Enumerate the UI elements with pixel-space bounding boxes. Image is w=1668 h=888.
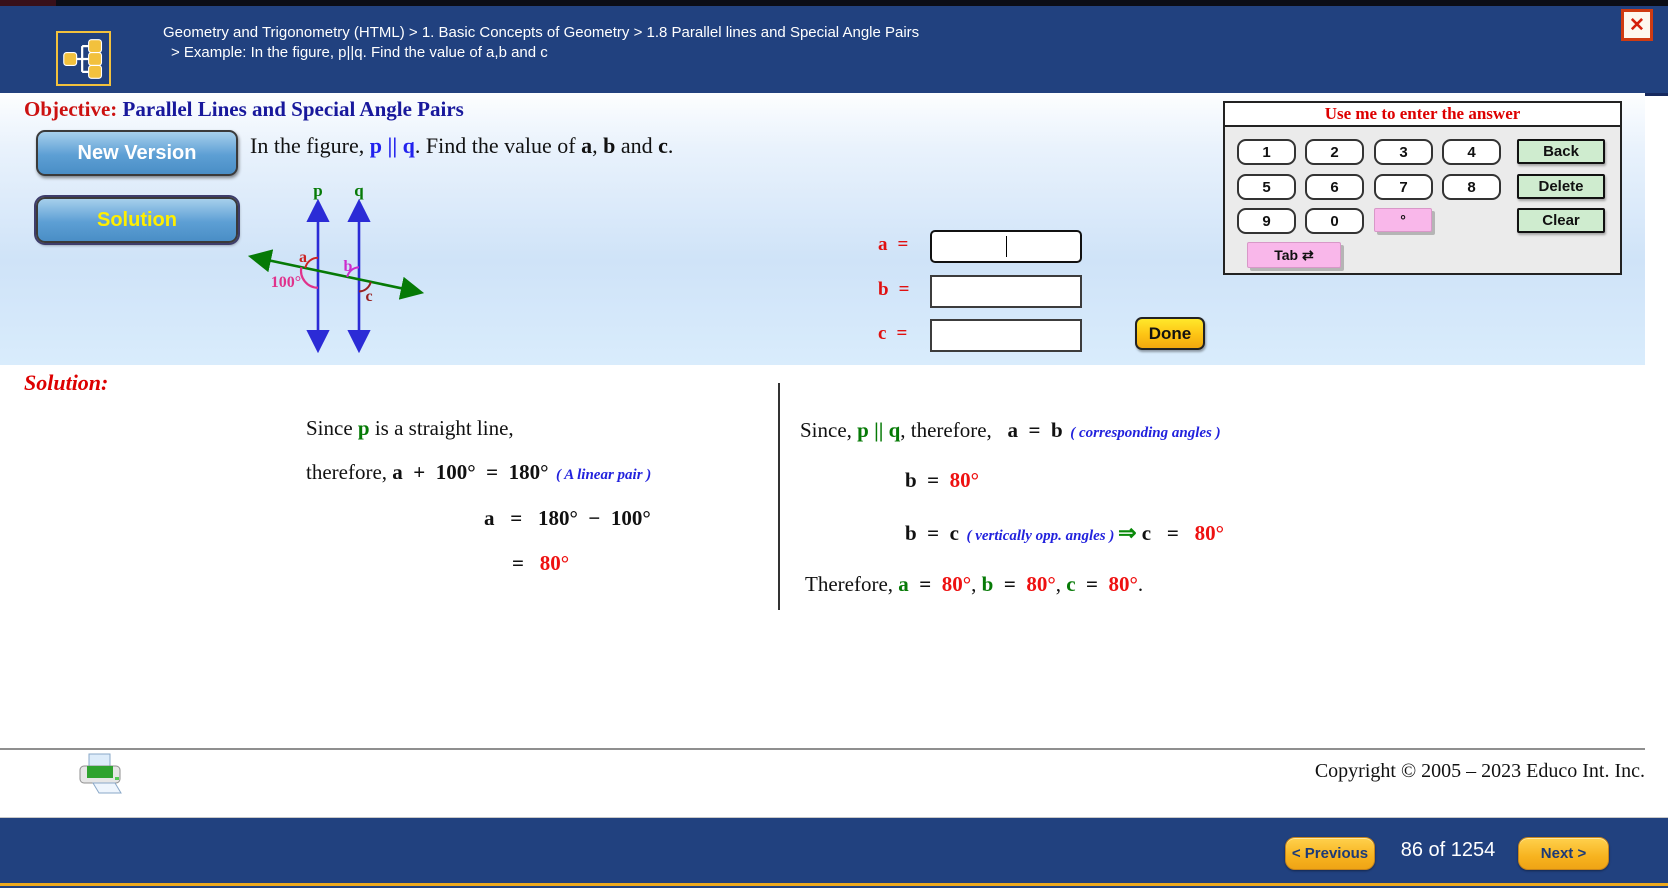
figure-label-q: q xyxy=(354,181,364,200)
footer-divider xyxy=(0,748,1645,750)
numpad-degree-key[interactable]: ° xyxy=(1374,208,1432,232)
footer-accent-line xyxy=(0,883,1668,886)
objective-label: Objective: xyxy=(24,97,123,121)
answer-c-label: c= xyxy=(878,323,907,345)
numpad-key-5[interactable]: 5 xyxy=(1237,174,1296,200)
footer-bar: < Previous 86 of 1254 Next > xyxy=(0,818,1668,888)
problem-var-b: b xyxy=(603,133,615,158)
answer-c-input[interactable] xyxy=(932,321,1084,352)
numpad-delete-button[interactable]: Delete xyxy=(1517,174,1605,199)
copyright-text: Copyright © 2005 – 2023 Educo Int. Inc. xyxy=(1315,760,1645,783)
solution-left-line-3: a = 180° − 100° xyxy=(484,506,651,531)
breadcrumb-line-2: > Example: In the figure, p||q. Find the… xyxy=(163,43,919,63)
numpad-tab-key[interactable]: Tab ⇄ xyxy=(1247,242,1341,268)
close-icon[interactable]: ✕ xyxy=(1621,9,1653,41)
solution-right-line-3: b = c ( vertically opp. angles ) ⇒ c = 8… xyxy=(905,520,1224,546)
numpad-key-1[interactable]: 1 xyxy=(1237,139,1296,165)
numpad-key-4[interactable]: 4 xyxy=(1442,139,1501,165)
numpad-panel: Use me to enter the answer 1 2 3 4 Back … xyxy=(1223,101,1622,275)
solution-right-line-2: b = 80° xyxy=(905,468,979,493)
answer-a-input[interactable] xyxy=(932,232,1084,263)
numpad-key-6[interactable]: 6 xyxy=(1305,174,1364,200)
solution-button[interactable]: Solution xyxy=(36,197,238,243)
next-button[interactable]: Next > xyxy=(1518,837,1609,870)
solution-right-line-1: Since, p || q, therefore, a = b ( corres… xyxy=(800,418,1221,443)
numpad-back-button[interactable]: Back xyxy=(1517,139,1605,164)
numpad-key-2[interactable]: 2 xyxy=(1305,139,1364,165)
solution-left-line-4: = 80° xyxy=(512,551,569,576)
done-button[interactable]: Done xyxy=(1135,317,1205,350)
objective-heading: Objective: Parallel Lines and Special An… xyxy=(24,97,464,122)
numpad-key-7[interactable]: 7 xyxy=(1374,174,1433,200)
figure-label-b: b xyxy=(344,258,353,275)
answer-b-box xyxy=(930,275,1082,308)
arc-angle-a xyxy=(305,258,318,268)
text-caret xyxy=(1006,236,1007,257)
problem-pq: p || q xyxy=(370,133,415,158)
numpad-title: Use me to enter the answer xyxy=(1225,103,1620,127)
numpad-key-9[interactable]: 9 xyxy=(1237,208,1296,234)
column-divider xyxy=(778,383,780,610)
problem-var-c: c xyxy=(658,133,668,158)
answer-b-label: b= xyxy=(878,279,909,301)
page-counter: 86 of 1254 xyxy=(1398,839,1498,862)
breadcrumb: Geometry and Trigonometry (HTML) > 1. Ba… xyxy=(163,23,919,63)
solution-right-line-4: Therefore, a = 80°, b = 80°, c = 80°. xyxy=(805,572,1143,597)
figure-label-c: c xyxy=(365,288,372,305)
answer-a-box xyxy=(930,230,1082,263)
figure-label-p: p xyxy=(313,181,322,200)
numpad-clear-button[interactable]: Clear xyxy=(1517,208,1605,233)
solution-heading: Solution: xyxy=(24,370,108,396)
print-button[interactable] xyxy=(76,752,126,802)
sitemap-logo-button[interactable] xyxy=(56,31,111,86)
answer-a-label: a= xyxy=(878,234,908,256)
sitemap-icon xyxy=(61,36,107,82)
numpad-key-3[interactable]: 3 xyxy=(1374,139,1433,165)
app-window: Geometry and Trigonometry (HTML) > 1. Ba… xyxy=(0,0,1668,888)
header-bar: Geometry and Trigonometry (HTML) > 1. Ba… xyxy=(0,6,1668,96)
answer-c-box xyxy=(930,319,1082,352)
figure-label-100: 100° xyxy=(271,274,301,291)
new-version-button[interactable]: New Version xyxy=(36,130,238,176)
problem-var-a: a xyxy=(581,133,592,158)
numpad-key-0[interactable]: 0 xyxy=(1305,208,1364,234)
problem-statement: In the figure, p || q. Find the value of… xyxy=(250,133,673,159)
solution-left-line-1: Since p is a straight line, xyxy=(306,416,514,441)
answer-b-input[interactable] xyxy=(932,277,1084,308)
geometry-figure: p q a 100° b c xyxy=(237,178,437,373)
numpad-key-8[interactable]: 8 xyxy=(1442,174,1501,200)
printer-icon xyxy=(76,752,126,797)
breadcrumb-line-1: Geometry and Trigonometry (HTML) > 1. Ba… xyxy=(163,23,919,43)
figure-label-a: a xyxy=(299,249,307,266)
problem-text: In the figure, xyxy=(250,133,370,158)
previous-button[interactable]: < Previous xyxy=(1285,837,1375,870)
problem-text: . Find the value of xyxy=(415,133,581,158)
solution-left-line-2: therefore, a + 100° = 180° ( A linear pa… xyxy=(306,460,651,485)
objective-title: Parallel Lines and Special Angle Pairs xyxy=(123,97,464,121)
